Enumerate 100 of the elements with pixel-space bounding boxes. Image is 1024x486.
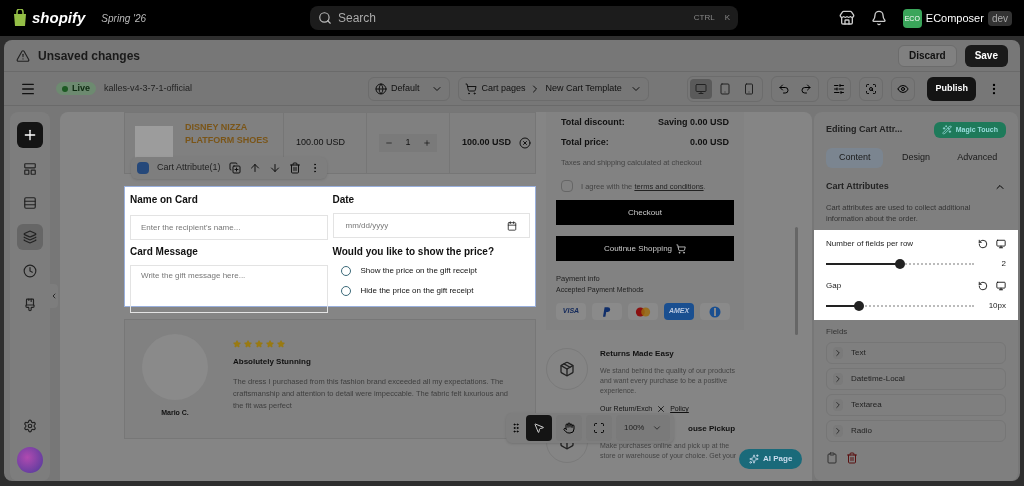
publish-button[interactable]: Publish [927, 76, 976, 101]
breadcrumb-item: Cart pages [481, 81, 526, 95]
quantity-stepper[interactable]: 1 [379, 134, 437, 152]
header-button[interactable]: Save [964, 44, 1008, 67]
slider-thumb[interactable] [895, 258, 905, 269]
star-icon [233, 340, 241, 348]
close-button[interactable] [656, 404, 667, 415]
theme-name: kalles-v4-3-7-1-official [104, 81, 192, 95]
plus-icon [22, 127, 38, 143]
agree-checkbox[interactable] [561, 180, 573, 193]
shortcut-key: K [724, 12, 730, 24]
fit-button[interactable] [586, 415, 612, 441]
inspect-button[interactable] [859, 76, 884, 101]
select-tool-button[interactable] [526, 415, 552, 441]
mastercard-logo-icon [628, 303, 658, 320]
text-field[interactable]: Enter the recipient's name... [130, 215, 328, 240]
desktop-icon [996, 280, 1006, 291]
product-total: 100.00 USD [461, 136, 512, 150]
caret-icon [50, 292, 58, 300]
summary-value: Saving 0.00 USD [657, 116, 729, 129]
panel-tab[interactable]: Advanced [948, 148, 1006, 168]
summary-value: 0.00 USD [689, 135, 729, 149]
panel-title: Editing Cart Attr... [826, 123, 903, 137]
fields-title: Fields [825, 325, 849, 338]
product-price: 100.00 USD [295, 136, 347, 150]
search-field[interactable]: Search CTRL K [310, 6, 738, 30]
device-button[interactable] [690, 78, 713, 99]
edition-label: Spring '26 [101, 11, 147, 26]
chevron-right-icon [833, 347, 843, 358]
arrow-up-icon [248, 162, 261, 174]
checkout-button[interactable]: Checkout [556, 200, 734, 226]
delete-button[interactable] [288, 162, 301, 174]
history-icon [23, 264, 37, 278]
brush-icon [23, 298, 37, 312]
store-icon [838, 10, 855, 26]
preview-button[interactable] [891, 76, 916, 101]
panel-tab[interactable]: Design [887, 148, 945, 168]
reset-icon [978, 238, 988, 249]
plus-icon [423, 139, 431, 147]
globe-icon [374, 82, 387, 95]
field-item[interactable]: Datetime-Local [826, 367, 1006, 390]
sections-icon [23, 162, 37, 176]
slider-label: Gap [826, 279, 842, 292]
shopping-bag-logo-icon [12, 9, 28, 27]
language-select[interactable]: Default [367, 76, 451, 101]
element-label: Cart Attribute(1) [157, 161, 221, 175]
reset-icon [978, 280, 988, 291]
move-down-button[interactable] [268, 162, 281, 174]
collapse-handle[interactable] [50, 284, 58, 308]
field-item[interactable]: Text [826, 341, 1006, 364]
wand-icon [941, 125, 952, 135]
layers-icon [23, 230, 37, 244]
date-field[interactable]: mm/dd/yyyy [332, 213, 530, 238]
slider-track[interactable] [826, 258, 974, 269]
continue-shopping-button[interactable]: Coutinue Shopping [556, 236, 734, 262]
panel-tab[interactable]: Content [826, 148, 884, 168]
close-icon [656, 404, 667, 415]
desktop-icon [695, 82, 708, 95]
field-label: Card Message [130, 245, 199, 259]
hand-icon [563, 422, 575, 434]
chevron-right-icon [833, 425, 843, 436]
star-icon [266, 340, 274, 348]
trash-icon [846, 451, 858, 464]
move-up-button[interactable] [248, 162, 261, 174]
zoom-select[interactable]: 100% [616, 415, 671, 441]
photo-placeholder [135, 126, 173, 160]
slider-track[interactable] [826, 300, 974, 311]
page-select[interactable]: Cart pages New Cart Template [458, 76, 649, 101]
field-item[interactable]: Textarea [826, 393, 1006, 416]
message-field[interactable]: Write the gift message here... [130, 265, 328, 313]
ai-page-button[interactable]: AI Page [739, 449, 803, 469]
settings-button[interactable] [827, 76, 852, 101]
feature-title: Returns Made Easy [600, 348, 675, 360]
hand-tool-button[interactable] [556, 415, 582, 441]
summary-label: Total price: [561, 135, 609, 149]
rail-button[interactable] [17, 224, 43, 250]
field-label: Name on Card [130, 193, 199, 207]
live-badge: Live [56, 81, 96, 96]
store-name: EComposer [925, 10, 984, 26]
radio-label: Show the price on the gift receipt [360, 265, 477, 277]
chevron-right-icon [833, 373, 843, 384]
unsaved-title: Unsaved changes [38, 47, 141, 65]
slider-thumb[interactable] [853, 300, 864, 311]
section-title: Cart Attributes [826, 180, 889, 193]
add-button[interactable] [17, 122, 43, 148]
remove-icon [519, 137, 532, 149]
quantity-value: 1 [405, 136, 411, 150]
undo-icon [778, 82, 791, 95]
chevron-right-icon [833, 399, 843, 410]
notification-icon [870, 10, 887, 26]
breadcrumb-item: New Cart Template [545, 81, 622, 95]
field-item[interactable]: Radio [826, 419, 1006, 442]
pointer-icon [533, 422, 545, 434]
search-input[interactable]: Search [338, 9, 684, 27]
duplicate-button[interactable] [228, 162, 241, 174]
minus-icon [385, 139, 393, 147]
field-label: Date [332, 193, 356, 207]
star-icon [277, 340, 285, 348]
eye-icon [897, 82, 910, 95]
header-button[interactable]: Discard [897, 44, 957, 67]
